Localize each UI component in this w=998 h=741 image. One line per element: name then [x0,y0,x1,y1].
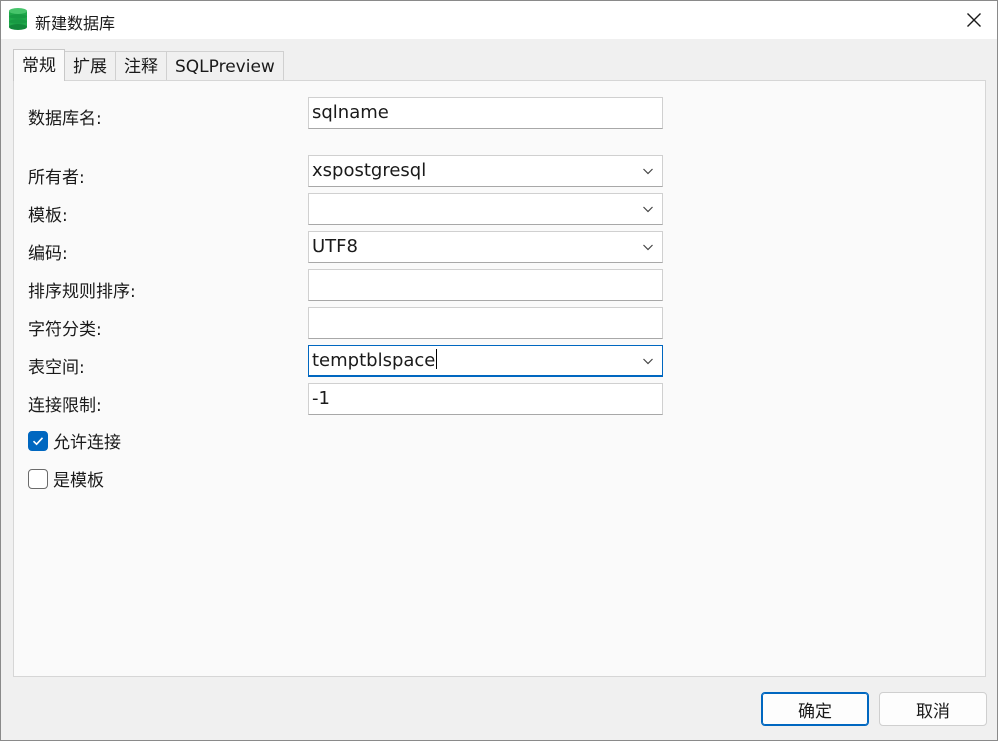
db-name-input[interactable]: sqlname [308,97,663,129]
collation-label: 排序规则排序: [28,282,136,302]
tab-general[interactable]: 常规 [13,49,65,81]
chevron-down-icon [643,168,653,175]
close-button[interactable] [951,1,997,39]
encoding-label: 编码: [28,244,68,264]
is-template-checkbox[interactable]: 是模板 [28,466,104,491]
owner-label: 所有者: [28,168,85,188]
owner-value: xspostgresql [312,160,427,181]
tablespace-label: 表空间: [28,358,85,378]
is-template-label: 是模板 [53,471,104,491]
allow-connections-checkbox[interactable]: 允许连接 [28,428,121,453]
chevron-down-icon [643,244,653,251]
dialog-window: 新建数据库 常规 扩展 注释 SQLPreview 数据库名: sqlname … [0,0,998,741]
template-select[interactable] [308,193,663,225]
tab-bar: 常规 扩展 注释 SQLPreview [13,49,284,81]
checkbox-box[interactable] [28,430,48,451]
cancel-button[interactable]: 取消 [879,692,987,726]
ok-button[interactable]: 确定 [761,692,869,726]
conn-limit-input[interactable]: -1 [308,383,663,415]
tablespace-value: temptblspace [312,350,436,371]
chevron-down-icon [643,206,653,213]
tablespace-select[interactable]: temptblspace [308,345,663,377]
close-icon [967,13,981,27]
database-icon [9,8,27,30]
allow-connections-label: 允许连接 [53,433,121,453]
conn-limit-value: -1 [312,388,330,409]
ctype-label: 字符分类: [28,320,102,340]
owner-select[interactable]: xspostgresql [308,155,663,187]
tab-comment[interactable]: 注释 [115,51,167,81]
title-bar: 新建数据库 [1,1,997,39]
text-caret [436,349,438,369]
ctype-input[interactable] [308,307,663,339]
encoding-select[interactable]: UTF8 [308,231,663,263]
conn-limit-label: 连接限制: [28,396,102,416]
encoding-value: UTF8 [312,236,358,257]
collation-input[interactable] [308,269,663,301]
window-title: 新建数据库 [35,14,116,33]
checkbox-box[interactable] [28,468,48,489]
db-name-label: 数据库名: [28,109,102,129]
template-label: 模板: [28,206,68,226]
db-name-value: sqlname [312,102,389,123]
chevron-down-icon [643,358,653,365]
checkmark-icon [32,436,44,445]
tab-sql-preview[interactable]: SQLPreview [166,51,284,81]
tab-extensions[interactable]: 扩展 [64,51,116,81]
